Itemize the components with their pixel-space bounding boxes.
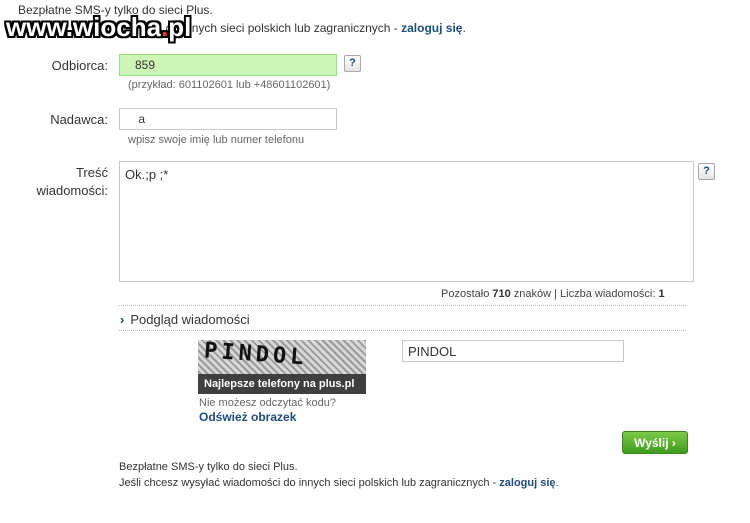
help-icon[interactable]: ? bbox=[344, 55, 361, 72]
divider bbox=[119, 305, 686, 306]
sender-label: Nadawca: bbox=[50, 112, 108, 127]
message-textarea[interactable] bbox=[119, 161, 694, 282]
send-button[interactable]: Wyślij › bbox=[622, 431, 688, 454]
login-link[interactable]: zaloguj się bbox=[401, 21, 462, 35]
message-count: 1 bbox=[658, 288, 665, 300]
watermark-logo: www.wiocha.pl bbox=[6, 12, 192, 42]
recipient-input[interactable] bbox=[119, 54, 337, 76]
help-icon[interactable]: ? bbox=[698, 163, 715, 180]
message-label: Treść wiadomości: bbox=[36, 165, 108, 198]
preview-label: Podgląd wiadomości bbox=[130, 312, 250, 327]
captcha-banner: Najlepsze telefony na plus.pl bbox=[198, 374, 366, 394]
character-counter: Pozostało 710 znaków | Liczba wiadomości… bbox=[441, 288, 665, 300]
chevron-right-icon: › bbox=[120, 312, 125, 327]
chevron-right-icon: › bbox=[671, 436, 676, 450]
remaining-count: 710 bbox=[492, 288, 511, 300]
captcha-question: Nie możesz odczytać kodu? bbox=[199, 397, 336, 409]
login-link[interactable]: zaloguj się bbox=[499, 477, 555, 489]
preview-toggle[interactable]: › Podgląd wiadomości bbox=[120, 312, 250, 327]
captcha-input[interactable] bbox=[402, 340, 624, 362]
captcha-image: PINDOL Najlepsze telefony na plus.pl bbox=[198, 338, 366, 394]
recipient-hint: (przykład: 601102601 lub +48601102601) bbox=[128, 79, 331, 91]
header-note-end: . bbox=[462, 21, 466, 35]
recipient-label: Odbiorca: bbox=[51, 58, 108, 73]
divider bbox=[119, 330, 686, 331]
captcha-text: PINDOL bbox=[203, 338, 309, 371]
refresh-captcha-link[interactable]: Odśwież obrazek bbox=[199, 410, 296, 424]
sender-hint: wpisz swoje imię lub numer telefonu bbox=[128, 134, 305, 146]
footer-note: Bezpłatne SMS-y tylko do sieci Plus. Jeś… bbox=[119, 461, 559, 489]
sender-input[interactable] bbox=[119, 108, 337, 130]
